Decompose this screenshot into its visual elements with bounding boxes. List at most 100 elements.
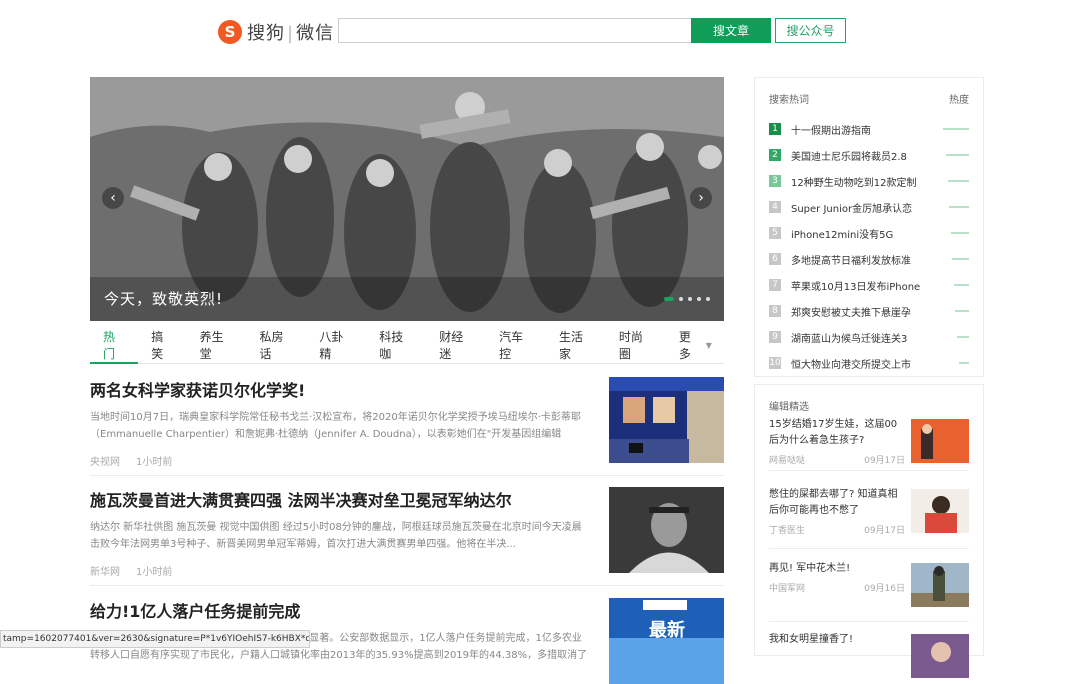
news-item[interactable]: 施瓦茨曼首进大满贯赛四强 法网半决赛对垒卫冕冠军纳达尔 纳达尔 新华社供图 施瓦… <box>90 487 724 578</box>
carousel-dot[interactable] <box>697 297 701 301</box>
sogou-weixin-logo[interactable]: S 搜狗 | 微信 <box>218 18 334 46</box>
tab-fashion[interactable]: 时尚圈 <box>619 327 654 363</box>
news-summary: 当地时间10月7日，瑞典皇家科学院常任秘书戈兰·汉松宣布，将2020年诺贝尔化学… <box>90 412 581 440</box>
pick-title[interactable]: 再见! 军中花木兰! <box>769 561 905 577</box>
pick-date: 09月17日 <box>864 526 905 536</box>
pick-meta: 网易哒哒 09月17日 <box>769 453 905 466</box>
carousel-dot[interactable] <box>679 297 683 301</box>
hot-search-text[interactable]: 苹果或10月13日发布iPhone <box>791 278 946 293</box>
rank-badge: 2 <box>769 149 781 161</box>
pick-thumbnail[interactable] <box>911 489 969 533</box>
rank-badge: 5 <box>769 227 781 239</box>
heat-bar <box>949 206 969 208</box>
hero-next-arrow[interactable]: › <box>690 187 712 209</box>
pick-thumbnail[interactable] <box>911 634 969 678</box>
logo-product: 微信 <box>296 23 335 44</box>
heat-label: 热度 <box>949 95 969 106</box>
pick-thumbnail[interactable] <box>911 563 969 607</box>
hot-search-item[interactable]: 5 iPhone12mini没有5G <box>769 220 969 246</box>
svg-text:最新: 最新 <box>649 619 685 641</box>
pick-meta: 中国军网 09月16日 <box>769 581 905 594</box>
heat-bar <box>946 154 969 156</box>
pick-item[interactable]: 我和女明星撞香了! <box>769 632 969 678</box>
news-thumbnail[interactable] <box>609 487 724 573</box>
news-source[interactable]: 新华网 <box>90 567 120 578</box>
tab-life[interactable]: 生活家 <box>559 327 594 363</box>
hot-search-text[interactable]: 恒大物业向港交所提交上市 <box>791 356 951 371</box>
tab-more-label: 更多 <box>678 330 691 361</box>
tab-hot[interactable]: 热门 <box>89 327 139 364</box>
carousel-dots <box>664 297 710 301</box>
heat-bar <box>948 180 969 182</box>
pick-meta: 丁香医生 09月17日 <box>769 523 905 536</box>
hot-search-list: 1 十一假期出游指南 2 美国迪士尼乐园将裁员2.8 3 12种野生动物吃到12款定制 4 S… <box>755 116 983 376</box>
search-input[interactable] <box>338 18 703 43</box>
carousel-dot-active[interactable] <box>664 297 674 301</box>
pick-title[interactable]: 憋住的屎都去哪了? 知道真相后你可能再也不憋了 <box>769 487 905 519</box>
news-thumbnail[interactable] <box>609 377 724 463</box>
heat-bar <box>955 310 969 312</box>
rank-badge: 6 <box>769 253 781 265</box>
hero-prev-arrow[interactable]: ‹ <box>102 187 124 209</box>
heat-bar <box>959 362 969 364</box>
hot-search-item[interactable]: 7 苹果或10月13日发布iPhone <box>769 272 969 298</box>
tab-auto[interactable]: 汽车控 <box>499 327 534 363</box>
carousel-dot[interactable] <box>688 297 692 301</box>
pick-source: 网易哒哒 <box>769 456 806 466</box>
hot-search-text[interactable]: iPhone12mini没有5G <box>791 226 943 241</box>
hot-search-item[interactable]: 10 恒大物业向港交所提交上市 <box>769 350 969 376</box>
hot-search-text[interactable]: 郑爽安慰被丈夫推下悬崖孕 <box>791 304 947 319</box>
hero-relief-image <box>90 77 724 321</box>
pick-item[interactable]: 15岁结婚17岁生娃，这届00后为什么着急生孩子? 网易哒哒 09月17日 <box>769 417 969 466</box>
hot-search-text[interactable]: 多地提高节日福利发放标准 <box>791 252 944 267</box>
pick-title[interactable]: 15岁结婚17岁生娃，这届00后为什么着急生孩子? <box>769 417 905 449</box>
news-item[interactable]: 两名女科学家获诺贝尔化学奖! 当地时间10月7日，瑞典皇家科学院常任秘书戈兰·汉… <box>90 377 724 468</box>
hot-search-text[interactable]: 湖南蓝山为候鸟迁徙连关3 <box>791 330 949 345</box>
search-article-button[interactable]: 搜文章 <box>691 18 771 43</box>
heat-bar <box>951 232 969 234</box>
pick-title[interactable]: 我和女明星撞香了! <box>769 632 905 648</box>
heat-bar <box>943 128 969 130</box>
hot-search-item[interactable]: 1 十一假期出游指南 <box>769 116 969 142</box>
tab-funny[interactable]: 搞笑 <box>151 327 174 363</box>
news-summary: 纳达尔 新华社供图 施瓦茨曼 视觉中国供图 经过5小时08分钟的鏖战，阿根廷球员… <box>90 522 582 550</box>
editor-picks-panel: 编辑精选 15岁结婚17岁生娃，这届00后为什么着急生孩子? 网易哒哒 09月17… <box>754 384 984 678</box>
tab-finance[interactable]: 财经迷 <box>439 327 474 363</box>
hot-search-text[interactable]: 十一假期出游指南 <box>791 122 935 137</box>
sogou-logo-icon: S <box>218 20 242 44</box>
hot-search-item[interactable]: 8 郑爽安慰被丈夫推下悬崖孕 <box>769 298 969 324</box>
news-thumbnail[interactable]: 最新 <box>609 598 724 684</box>
rank-badge: 4 <box>769 201 781 213</box>
tab-health[interactable]: 养生堂 <box>200 327 235 363</box>
heat-bar <box>957 336 969 338</box>
tab-more[interactable]: 更多 ▼ <box>679 327 712 363</box>
hot-search-text[interactable]: 美国迪士尼乐园将裁员2.8 <box>791 148 938 163</box>
rank-badge: 8 <box>769 305 781 317</box>
divider <box>90 475 724 476</box>
pick-date: 09月16日 <box>864 584 905 594</box>
hot-search-item[interactable]: 9 湖南蓝山为候鸟迁徙连关3 <box>769 324 969 350</box>
hot-search-text[interactable]: Super Junior金厉旭承认恋 <box>791 200 941 215</box>
editor-picks-title: 编辑精选 <box>769 402 809 413</box>
tab-gossip[interactable]: 八卦精 <box>319 327 354 363</box>
hot-search-item[interactable]: 6 多地提高节日福利发放标准 <box>769 246 969 272</box>
pick-item[interactable]: 憋住的屎都去哪了? 知道真相后你可能再也不憋了 丁香医生 09月17日 <box>769 487 969 536</box>
hot-search-item[interactable]: 3 12种野生动物吃到12款定制 <box>769 168 969 194</box>
hero-carousel[interactable]: ‹ › 今天，致敬英烈! <box>90 77 724 321</box>
tab-tech[interactable]: 科技咖 <box>379 327 414 363</box>
pick-thumbnail[interactable] <box>911 419 969 463</box>
hero-caption[interactable]: 今天，致敬英烈! <box>104 288 223 309</box>
tab-private[interactable]: 私房话 <box>259 327 294 363</box>
news-source[interactable]: 央视网 <box>90 457 120 468</box>
hot-search-text[interactable]: 12种野生动物吃到12款定制 <box>791 174 940 189</box>
hot-search-item[interactable]: 2 美国迪士尼乐园将裁员2.8 <box>769 142 969 168</box>
logo-text: 搜狗 | 微信 <box>247 19 334 45</box>
carousel-dot[interactable] <box>706 297 710 301</box>
search-account-button[interactable]: 搜公众号 <box>775 18 846 43</box>
pick-source: 中国军网 <box>769 584 806 594</box>
hot-search-title: 搜索热词 <box>769 95 809 106</box>
pick-item[interactable]: 再见! 军中花木兰! 中国军网 09月16日 <box>769 561 969 607</box>
hot-search-item[interactable]: 4 Super Junior金厉旭承认恋 <box>769 194 969 220</box>
pick-source: 丁香医生 <box>769 526 806 536</box>
divider <box>769 621 969 622</box>
